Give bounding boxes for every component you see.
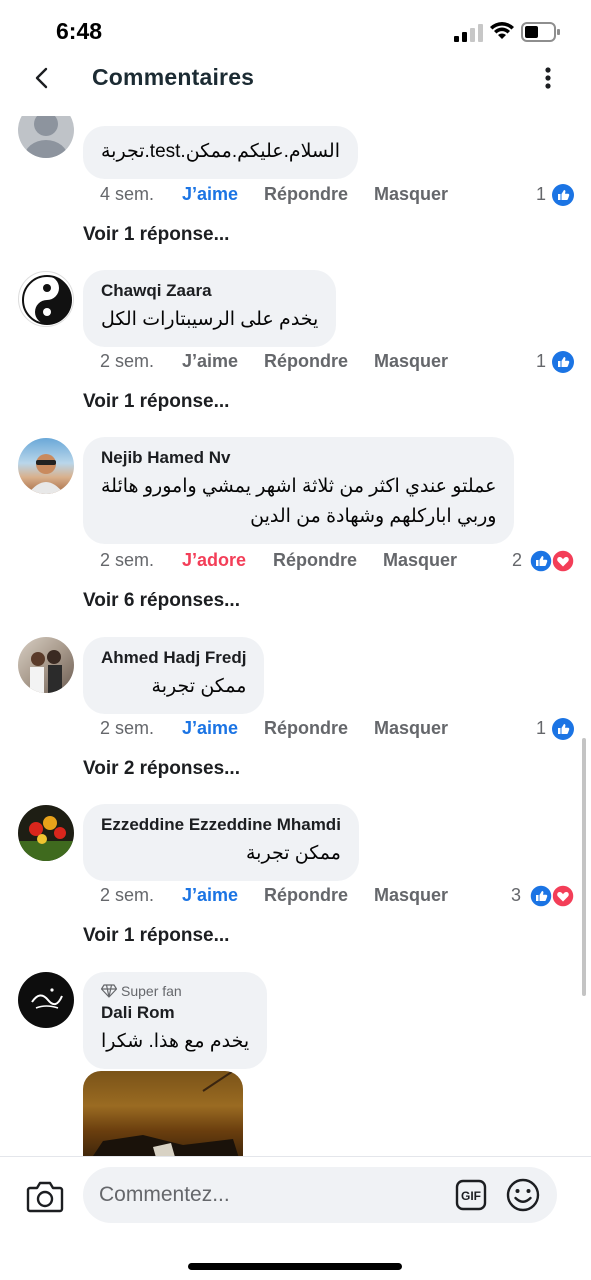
comment-text: ممكن تجربة [246, 843, 341, 864]
yin-yang-avatar-icon [22, 275, 72, 325]
comment-bubble: Nejib Hamed Nv عملتو عندي اكثر من ثلاثة … [83, 437, 515, 544]
hide-button[interactable]: Masquer [383, 550, 457, 571]
emoji-icon[interactable] [505, 1177, 541, 1213]
comment-time: 2 sem. [100, 351, 155, 371]
comments-list: السلام.عليكم.ممكن.test.تجربة 4 sem. J’ai… [0, 116, 591, 1156]
like-reaction-icon [529, 884, 553, 908]
battery-icon [521, 22, 560, 42]
comment-time: 2 sem. [100, 550, 155, 570]
app-header: Commentaires [0, 60, 591, 116]
view-replies-link[interactable]: Voir 1 réponse... [83, 391, 229, 413]
view-replies-link[interactable]: Voir 2 réponses... [83, 758, 240, 780]
gif-icon[interactable]: GIF [455, 1179, 487, 1211]
home-indicator [188, 1263, 402, 1270]
status-bar: 6:48 [0, 0, 591, 60]
comment-input[interactable] [99, 1175, 449, 1215]
comment-author[interactable]: Nejib Hamed Nv [101, 448, 496, 468]
hide-button[interactable]: Masquer [374, 184, 448, 205]
like-reaction-icon [552, 351, 574, 373]
love-button[interactable]: J’adore [182, 550, 246, 571]
view-replies-link[interactable]: Voir 1 réponse... [83, 925, 229, 947]
comment-author[interactable]: Ahmed Hadj Fredj [101, 648, 246, 668]
reply-button[interactable]: Répondre [264, 351, 348, 372]
comment-bubble: Ahmed Hadj Fredj ممكن تجربة [83, 637, 265, 714]
love-reaction-icon [551, 884, 575, 908]
comment-bubble: Ezzeddine Ezzeddine Mhamdi ممكن تجربة [83, 804, 359, 881]
comment-text-line: عملتو عندي اكثر من ثلاثة اشهر يمشي وامور… [101, 476, 497, 497]
reply-button[interactable]: Répondre [264, 718, 348, 739]
reaction-summary[interactable]: 1 [536, 350, 576, 374]
comment-bubble: Super fan Dali Rom يخدم مع هذا. شكرا [83, 972, 268, 1069]
hide-button[interactable]: Masquer [374, 885, 448, 906]
avatar[interactable] [18, 972, 74, 1028]
comment-text: يخدم مع هذا. شكرا [101, 1031, 250, 1052]
like-reaction-icon [552, 184, 574, 206]
camera-icon[interactable] [26, 1179, 64, 1213]
avatar[interactable] [18, 438, 74, 494]
comment-text: السلام.عليكم.ممكن.test.تجربة [101, 141, 340, 162]
avatar[interactable] [18, 116, 74, 158]
calligraphy-avatar-icon [31, 988, 63, 1009]
reaction-count: 1 [536, 184, 547, 204]
like-button[interactable]: J’aime [182, 351, 238, 372]
reaction-count: 1 [536, 351, 547, 371]
hide-button[interactable]: Masquer [374, 351, 448, 372]
reaction-summary[interactable]: 3 [511, 884, 575, 908]
wifi-icon [490, 22, 514, 39]
comment-time: 4 sem. [100, 184, 155, 204]
attachment-photo [93, 1071, 239, 1156]
reaction-summary[interactable]: 2 [512, 549, 576, 573]
back-arrow-icon[interactable] [28, 64, 56, 92]
comment-author[interactable]: Ezzeddine Ezzeddine Mhamdi [101, 815, 341, 835]
like-button[interactable]: J’aime [182, 885, 238, 906]
like-reaction-icon [552, 718, 574, 740]
comment-text-line: وربي اباركلهم وشهادة من الدين [250, 506, 497, 527]
diamond-icon [100, 984, 118, 998]
super-fan-label: Super fan [121, 983, 182, 999]
super-fan-badge: Super fan [100, 983, 249, 999]
comment-composer: GIF [0, 1156, 591, 1280]
reply-button[interactable]: Répondre [273, 550, 357, 571]
cellular-signal-icon [454, 24, 483, 42]
avatar[interactable] [18, 271, 74, 327]
profile-photo-icon [28, 454, 64, 494]
reply-button[interactable]: Répondre [264, 885, 348, 906]
comment-author[interactable]: Chawqi Zaara [101, 281, 318, 301]
page-title: Commentaires [92, 64, 255, 90]
reaction-count: 1 [536, 718, 547, 738]
comment-time: 2 sem. [100, 885, 155, 905]
avatar[interactable] [18, 637, 74, 693]
comment-time: 2 sem. [100, 718, 155, 738]
view-replies-link[interactable]: Voir 1 réponse... [83, 224, 229, 246]
like-button[interactable]: J’aime [182, 718, 238, 739]
avatar[interactable] [18, 805, 74, 861]
hide-button[interactable]: Masquer [374, 718, 448, 739]
comment-bubble: Chawqi Zaara يخدم على الرسيبتارات الكل [83, 270, 337, 347]
reply-button[interactable]: Répondre [264, 184, 348, 205]
default-profile-icon [24, 116, 68, 158]
comment-bubble: السلام.عليكم.ممكن.test.تجربة [83, 126, 358, 179]
view-replies-link[interactable]: Voir 6 réponses... [83, 590, 240, 612]
like-reaction-icon [529, 549, 553, 573]
reaction-summary[interactable]: 1 [536, 183, 576, 207]
flower-avatar-icon [18, 816, 74, 861]
gif-label: GIF [461, 1189, 481, 1203]
status-time: 6:48 [56, 18, 103, 44]
profile-photo-icon [30, 650, 62, 693]
comment-author[interactable]: Dali Rom [101, 1003, 249, 1023]
love-reaction-icon [551, 549, 575, 573]
like-button[interactable]: J’aime [182, 184, 238, 205]
comment-input-container: GIF [83, 1167, 557, 1223]
reaction-count: 3 [511, 885, 522, 905]
reaction-summary[interactable]: 1 [536, 717, 576, 741]
comment-text: ممكن تجربة [151, 676, 247, 697]
scrollbar[interactable] [582, 738, 586, 996]
comment-text: يخدم على الرسيبتارات الكل [101, 309, 319, 330]
comment-attachment-image[interactable] [83, 1071, 243, 1156]
more-options-icon[interactable] [538, 64, 558, 92]
reaction-count: 2 [512, 550, 523, 570]
